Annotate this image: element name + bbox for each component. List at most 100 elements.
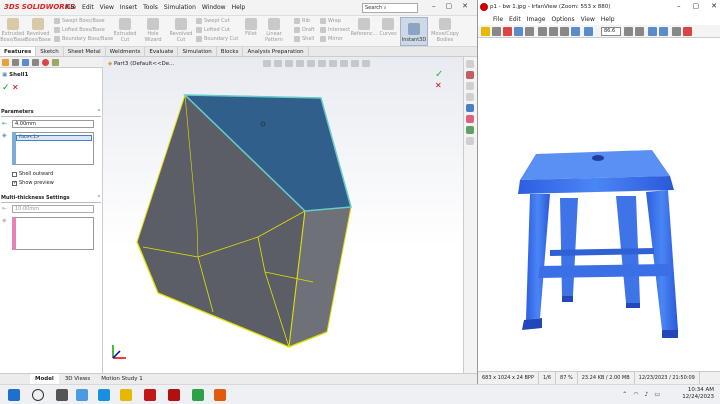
solidworks-taskbar-icon[interactable] — [168, 389, 180, 401]
tab-simulation[interactable]: Simulation — [178, 47, 217, 56]
intersect-button[interactable]: Intersect — [320, 27, 350, 33]
lofted-boss-button[interactable]: Lofted Boss/Base — [54, 27, 105, 33]
shell-button[interactable]: Shell — [294, 36, 314, 42]
app-icon[interactable] — [144, 389, 156, 401]
revolved-boss-button[interactable]: Revolved Boss/Base — [25, 18, 51, 43]
info-icon[interactable] — [584, 27, 593, 36]
shell-outward-checkbox[interactable]: Shell outward — [12, 171, 53, 177]
mirror-button[interactable]: Mirror — [320, 36, 343, 42]
palette-icon[interactable] — [466, 104, 474, 112]
tab-blocks[interactable]: Blocks — [217, 47, 244, 56]
multi-thickness-header[interactable]: Multi-thickness Settings ⌃ — [1, 195, 101, 203]
maximize-icon[interactable]: ▢ — [446, 2, 453, 10]
exit-icon[interactable] — [683, 27, 692, 36]
dimxpert-icon[interactable] — [32, 59, 39, 66]
zoom-field[interactable]: 86.6 — [601, 27, 621, 36]
menu-image[interactable]: Image — [527, 16, 546, 23]
property-icon[interactable] — [12, 59, 19, 66]
hole-wizard-button[interactable]: Hole Wizard — [140, 18, 166, 43]
custom-props-icon[interactable] — [466, 126, 474, 134]
cut-icon[interactable] — [538, 27, 547, 36]
previous-icon[interactable] — [648, 27, 657, 36]
irfanview-taskbar-icon[interactable] — [214, 389, 226, 401]
multi-thickness-faces-list[interactable] — [12, 217, 94, 250]
next-icon[interactable] — [659, 27, 668, 36]
task-view-icon[interactable] — [56, 389, 68, 401]
lofted-cut-button[interactable]: Lofted Cut — [196, 27, 230, 33]
draft-button[interactable]: Draft — [294, 27, 315, 33]
rib-button[interactable]: Rib — [294, 18, 310, 24]
tab-analysis-preparation[interactable]: Analysis Preparation — [243, 47, 309, 56]
zoom-app-icon[interactable] — [98, 389, 110, 401]
faces-to-remove-list[interactable]: Face<1> — [12, 132, 94, 165]
ok-check-icon[interactable]: ✓ — [2, 83, 10, 93]
close-icon[interactable]: ✕ — [711, 2, 717, 10]
menu-window[interactable]: Window — [202, 4, 226, 11]
slideshow-icon[interactable] — [492, 27, 501, 36]
tab-model[interactable]: Model — [30, 374, 59, 384]
settings-icon[interactable] — [672, 27, 681, 36]
menu-help[interactable]: Help — [232, 4, 246, 11]
graphics-area[interactable]: ◆ Part3 (Default<<De... ✓ ✕ — [103, 57, 463, 373]
home-icon[interactable] — [466, 60, 474, 68]
paste-icon[interactable] — [560, 27, 569, 36]
search-input[interactable]: Search ⌕ — [362, 3, 418, 13]
menu-view[interactable]: View — [100, 4, 114, 11]
save-icon[interactable] — [514, 27, 523, 36]
library-icon[interactable] — [466, 82, 474, 90]
tab-weldments[interactable]: Weldments — [106, 47, 146, 56]
menu-simulation[interactable]: Simulation — [164, 4, 196, 11]
tab-motion-study[interactable]: Motion Study 1 — [96, 374, 148, 384]
tab-sketch[interactable]: Sketch — [36, 47, 64, 56]
battery-icon[interactable]: ▭ — [654, 391, 660, 398]
resources-icon[interactable] — [466, 71, 474, 79]
wifi-icon[interactable]: ◠ — [633, 391, 638, 398]
tab-3d-views[interactable]: 3D Views — [60, 374, 95, 384]
menu-edit[interactable]: Edit — [509, 16, 521, 23]
appearance-icon[interactable] — [42, 59, 49, 66]
chrome-icon[interactable] — [192, 389, 204, 401]
show-preview-checkbox[interactable]: ✓ Show preview — [12, 180, 54, 186]
forum-icon[interactable] — [466, 137, 474, 145]
open-icon[interactable] — [481, 27, 490, 36]
explorer-icon[interactable] — [466, 93, 474, 101]
extruded-cut-button[interactable]: Extruded Cut — [114, 18, 136, 43]
face-item[interactable]: Face<1> — [16, 135, 92, 141]
swept-cut-button[interactable]: Swept Cut — [196, 18, 230, 24]
chevron-up-icon[interactable]: ⌃ — [622, 391, 627, 398]
boundary-cut-button[interactable]: Boundary Cut — [196, 36, 238, 42]
start-icon[interactable] — [8, 389, 20, 401]
image-canvas[interactable] — [478, 38, 720, 371]
shell-model[interactable] — [103, 57, 463, 373]
multi-thickness-field[interactable]: 10.00mm — [12, 205, 94, 213]
extruded-boss-button[interactable]: Extruded Boss/Base — [0, 18, 26, 43]
menu-options[interactable]: Options — [551, 16, 574, 23]
clock[interactable]: 10:34 AM 12/24/2023 — [682, 387, 714, 401]
tab-sheet-metal[interactable]: Sheet Metal — [64, 47, 106, 56]
zoom-out-icon[interactable] — [635, 27, 644, 36]
boundary-boss-button[interactable]: Boundary Boss/Base — [54, 36, 113, 42]
close-icon[interactable]: ✕ — [462, 2, 468, 10]
linear-pattern-button[interactable]: Linear Pattern — [258, 18, 290, 43]
zoom-in-icon[interactable] — [624, 27, 633, 36]
parameters-header[interactable]: Parameters ⌃ — [1, 109, 101, 117]
volume-icon[interactable]: ♪ — [644, 391, 648, 398]
minimize-icon[interactable]: – — [677, 2, 681, 10]
curves-button[interactable]: Curves — [378, 18, 398, 37]
reference-geometry-button[interactable]: Referenc... — [351, 18, 377, 37]
display-icon[interactable] — [52, 59, 59, 66]
search-icon[interactable] — [32, 389, 44, 401]
menu-edit[interactable]: Edit — [82, 4, 94, 11]
config-icon[interactable] — [22, 59, 29, 66]
copy-icon[interactable] — [549, 27, 558, 36]
revolved-cut-button[interactable]: Revolved Cut — [170, 18, 192, 43]
tab-features[interactable]: Features — [0, 47, 37, 56]
print-icon[interactable] — [525, 27, 534, 36]
thickness-field[interactable]: 4.00mm — [12, 120, 94, 128]
undo-icon[interactable] — [571, 27, 580, 36]
move-copy-bodies-button[interactable]: Move/Copy Bodies — [430, 18, 460, 43]
menu-help[interactable]: Help — [601, 16, 615, 23]
swept-boss-button[interactable]: Swept Boss/Base — [54, 18, 105, 24]
menu-view[interactable]: View — [581, 16, 595, 23]
cancel-x-icon[interactable]: ✕ — [12, 83, 19, 92]
